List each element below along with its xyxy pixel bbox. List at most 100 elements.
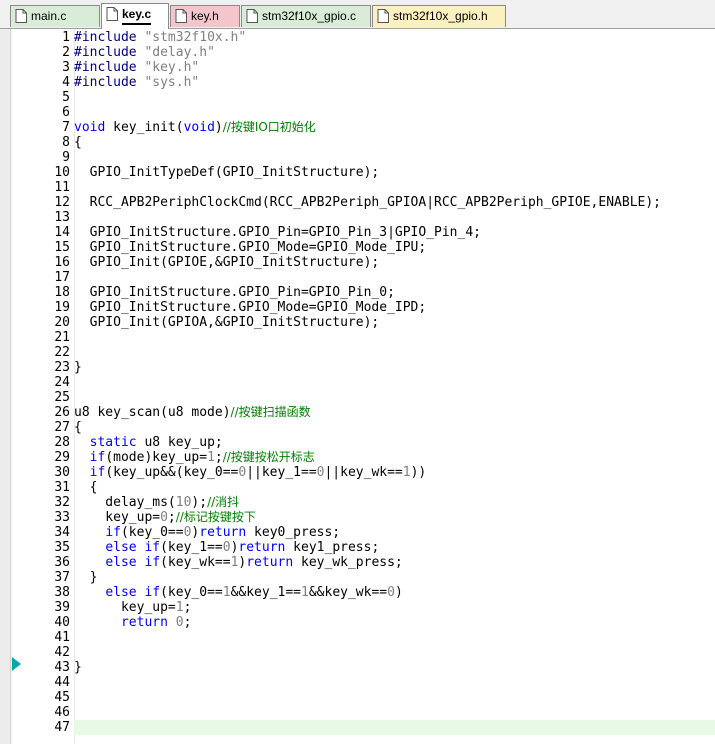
- line-number: 8: [62, 135, 70, 150]
- code-token: 1: [402, 465, 411, 480]
- code-line[interactable]: else if(key_1==0)return key1_press;: [74, 540, 379, 555]
- code-line[interactable]: delay_ms(10);//消抖: [74, 495, 239, 510]
- line-number: 23: [54, 360, 70, 375]
- code-token: 1: [175, 600, 184, 615]
- code-line[interactable]: return 0;: [74, 615, 191, 630]
- code-token: "delay.h": [144, 45, 215, 60]
- line-number: 11: [54, 180, 70, 195]
- code-token: void: [74, 120, 106, 135]
- code-line[interactable]: }: [74, 660, 82, 675]
- code-token: key0_press;: [246, 525, 341, 540]
- code-line[interactable]: if(mode)key_up=1;//按键按松开标志: [74, 450, 315, 465]
- code-line[interactable]: key_up=1;: [74, 600, 191, 615]
- code-token: else if: [105, 540, 161, 555]
- line-number: 28: [54, 435, 70, 450]
- code-token: );: [191, 495, 208, 510]
- code-token: if: [89, 450, 106, 465]
- code-line[interactable]: GPIO_InitStructure.GPIO_Pin=GPIO_Pin_3|G…: [74, 225, 481, 240]
- code-token: #include: [74, 30, 145, 45]
- tab-stm32f10x-gpio-c[interactable]: stm32f10x_gpio.c: [241, 5, 371, 27]
- code-token: }: [74, 360, 82, 375]
- code-token: key_up=: [74, 510, 161, 525]
- code-token: &&key_1==: [230, 585, 302, 600]
- code-token: 0: [222, 540, 231, 555]
- code-token: ;: [214, 450, 223, 465]
- code-line[interactable]: GPIO_Init(GPIOA,&GPIO_InitStructure);: [74, 315, 380, 330]
- code-token: u8 key_up;: [136, 435, 223, 450]
- code-line[interactable]: u8 key_scan(u8 mode)//按键扫描函数: [74, 405, 311, 420]
- code-token: }: [74, 570, 98, 585]
- document-icon: [175, 9, 187, 23]
- bookmark-margin[interactable]: [0, 29, 11, 744]
- code-token: ): [394, 585, 403, 600]
- code-line[interactable]: #include "stm32f10x.h": [74, 30, 246, 45]
- tab-main-c[interactable]: main.c: [10, 5, 100, 27]
- code-line[interactable]: {: [74, 135, 82, 150]
- code-token: static: [89, 435, 137, 450]
- line-number: 34: [54, 525, 70, 540]
- code-line[interactable]: #include "delay.h": [74, 45, 215, 60]
- code-line[interactable]: }: [74, 360, 82, 375]
- code-line[interactable]: RCC_APB2PeriphClockCmd(RCC_APB2Periph_GP…: [74, 195, 661, 210]
- code-token: RCC_APB2PeriphClockCmd(RCC_APB2Periph_GP…: [74, 195, 661, 210]
- code-line[interactable]: if(key_0==0)return key0_press;: [74, 525, 340, 540]
- code-token: 10: [175, 495, 192, 510]
- code-token: "sys.h": [144, 75, 200, 90]
- code-token: ): [214, 120, 223, 135]
- code-line[interactable]: GPIO_Init(GPIOE,&GPIO_InitStructure);: [74, 255, 380, 270]
- line-number: 31: [54, 480, 70, 495]
- line-number: 32: [54, 495, 70, 510]
- code-line[interactable]: void key_init(void)//按键IO口初始化: [74, 120, 316, 135]
- document-icon: [246, 9, 258, 23]
- code-token: key1_press;: [285, 540, 380, 555]
- code-line[interactable]: GPIO_InitStructure.GPIO_Pin=GPIO_Pin_0;: [74, 285, 395, 300]
- code-line[interactable]: #include "key.h": [74, 60, 199, 75]
- code-line[interactable]: {: [74, 480, 98, 495]
- code-token: ;: [183, 615, 192, 630]
- code-token: GPIO_Init(GPIOE,&GPIO_InitStructure);: [74, 255, 380, 270]
- line-number: 3: [62, 60, 70, 75]
- code-token: }: [74, 660, 82, 675]
- code-token: {: [74, 480, 98, 495]
- document-icon: [377, 9, 389, 23]
- code-token: GPIO_Init(GPIOA,&GPIO_InitStructure);: [74, 315, 380, 330]
- code-token: u8 key_scan(u8 mode): [74, 405, 231, 420]
- line-number: 13: [54, 210, 70, 225]
- line-number: 41: [54, 630, 70, 645]
- line-number: 35: [54, 540, 70, 555]
- code-line[interactable]: GPIO_InitTypeDef(GPIO_InitStructure);: [74, 165, 380, 180]
- code-line[interactable]: key_up=0;//标记按键按下: [74, 510, 256, 525]
- code-token: //按键IO口初始化: [222, 120, 316, 134]
- code-line[interactable]: #include "sys.h": [74, 75, 199, 90]
- file-tab-bar: main.c key.c key.h stm32f10x_gpio.c stm3…: [0, 0, 715, 29]
- tab-stm32f10x-gpio-h[interactable]: stm32f10x_gpio.h: [372, 5, 506, 27]
- line-number: 10: [54, 165, 70, 180]
- line-number: 9: [62, 150, 70, 165]
- code-line[interactable]: static u8 key_up;: [74, 435, 223, 450]
- line-number: 7: [62, 120, 70, 135]
- code-token: #include: [74, 60, 145, 75]
- line-number: 21: [54, 330, 70, 345]
- code-line[interactable]: }: [74, 570, 98, 585]
- line-number: 1: [62, 30, 70, 45]
- code-token: //消抖: [207, 495, 240, 509]
- code-token: (key_0==: [160, 585, 223, 600]
- tab-key-h[interactable]: key.h: [170, 5, 240, 27]
- code-line[interactable]: else if(key_wk==1)return key_wk_press;: [74, 555, 402, 570]
- tab-label: stm32f10x_gpio.h: [393, 9, 488, 23]
- line-number: 38: [54, 585, 70, 600]
- code-token: GPIO_InitStructure.GPIO_Pin=GPIO_Pin_3|G…: [74, 225, 481, 240]
- code-line[interactable]: GPIO_InitStructure.GPIO_Mode=GPIO_Mode_I…: [74, 300, 427, 315]
- code-editor[interactable]: 1 #include "stm32f10x.h" 2 #include "delay.…: [0, 29, 715, 744]
- tab-key-c[interactable]: key.c: [101, 3, 169, 29]
- code-line[interactable]: {: [74, 420, 82, 435]
- code-line[interactable]: if(key_up&&(key_0==0||key_1==0||key_wk==…: [74, 465, 427, 480]
- code-token: 1: [207, 450, 215, 465]
- code-line[interactable]: else if(key_0==1&&key_1==1&&key_wk==0): [74, 585, 403, 600]
- code-token: //按键按松开标志: [222, 450, 315, 464]
- code-line[interactable]: GPIO_InitStructure.GPIO_Mode=GPIO_Mode_I…: [74, 240, 427, 255]
